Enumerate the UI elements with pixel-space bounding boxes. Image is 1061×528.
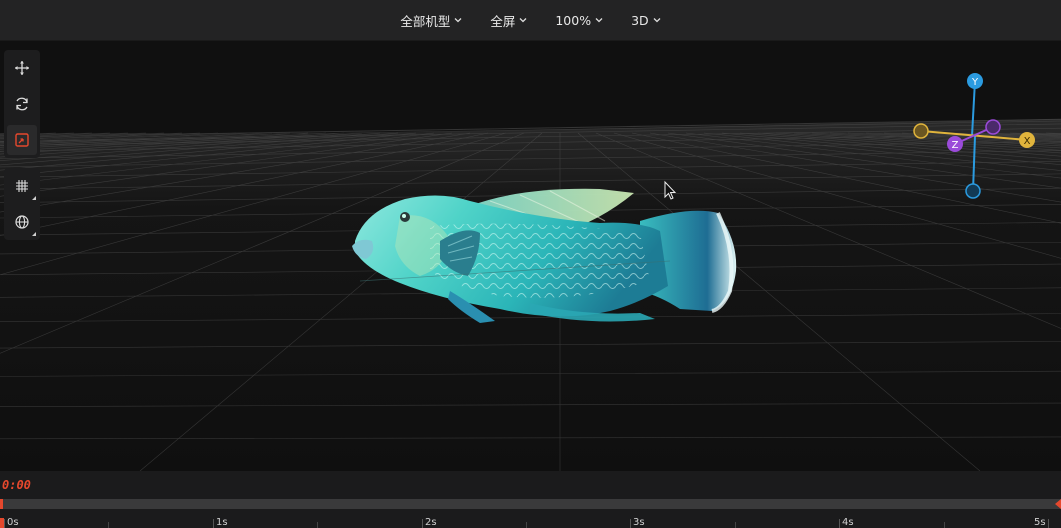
ruler-minor-tick [108, 522, 109, 528]
top-toolbar: 全部机型 全屏 100% 3D [0, 0, 1061, 41]
grid-toggle-button[interactable] [7, 171, 37, 201]
move-icon [15, 61, 29, 75]
view-mode-dropdown-label: 3D [631, 12, 649, 28]
ruler-tick-label: 2s [425, 517, 437, 528]
ruler-minor-tick [317, 522, 318, 528]
playhead-start-marker[interactable] [0, 499, 3, 509]
models-dropdown[interactable]: 全部机型 [386, 0, 476, 40]
ruler-tick-label: 4s [842, 517, 854, 528]
ruler-minor-tick [526, 522, 527, 528]
fullscreen-dropdown-label: 全屏 [490, 13, 516, 29]
ruler-major-tick [4, 519, 5, 528]
models-dropdown-label: 全部机型 [400, 13, 451, 29]
current-time-readout: 0:00 [2, 478, 31, 492]
ruler-major-tick [213, 519, 214, 528]
chevron-down-icon [519, 18, 527, 23]
ruler-minor-tick [944, 522, 945, 528]
ruler-tick-label: 5s [1034, 517, 1046, 528]
transform-tools [4, 50, 40, 158]
y-negative-handle[interactable] [965, 183, 981, 199]
grid-icon [16, 180, 28, 192]
ruler-major-tick [630, 519, 631, 528]
ruler-tick-label: 3s [633, 517, 645, 528]
timeline-end-marker[interactable] [1055, 499, 1061, 509]
rotate-tool-button[interactable] [7, 89, 37, 119]
submenu-indicator-icon [32, 232, 36, 236]
fullscreen-dropdown[interactable]: 全屏 [476, 0, 541, 40]
globe-icon [15, 215, 29, 229]
world-space-button[interactable] [7, 207, 37, 237]
rotate-icon [16, 97, 28, 111]
ruler-tick-label: 1s [216, 517, 228, 528]
chevron-down-icon [653, 18, 661, 23]
z-negative-handle[interactable] [985, 119, 1001, 135]
zoom-dropdown[interactable]: 100% [541, 0, 617, 40]
3d-viewport[interactable]: Y X Z [0, 41, 1061, 471]
time-ruler[interactable]: 0s 1s 2s 3s 4s 5s [0, 511, 1061, 528]
zoom-dropdown-label: 100% [555, 12, 592, 28]
timeline-track[interactable] [0, 499, 1061, 509]
ruler-minor-tick [735, 522, 736, 528]
y-axis-label: Y [971, 77, 979, 88]
x-axis-label: X [1024, 136, 1031, 147]
ruler-tick-label: 0s [7, 517, 19, 528]
view-tools [4, 168, 40, 240]
ruler-major-tick [839, 519, 840, 528]
chevron-down-icon [595, 18, 603, 23]
move-tool-button[interactable] [7, 53, 37, 83]
view-mode-dropdown[interactable]: 3D [617, 0, 675, 40]
scene-canvas[interactable]: Y X Z [0, 41, 1061, 471]
scale-icon [15, 133, 29, 147]
z-axis-label: Z [952, 140, 959, 151]
ruler-major-tick [1048, 519, 1049, 528]
submenu-indicator-icon [32, 196, 36, 200]
ruler-major-tick [422, 519, 423, 528]
x-negative-handle[interactable] [913, 123, 929, 139]
animation-timeline: 0:00 0s 1s 2s 3s 4s 5s [0, 471, 1061, 528]
scale-tool-button[interactable] [7, 125, 37, 155]
chevron-down-icon [454, 18, 462, 23]
